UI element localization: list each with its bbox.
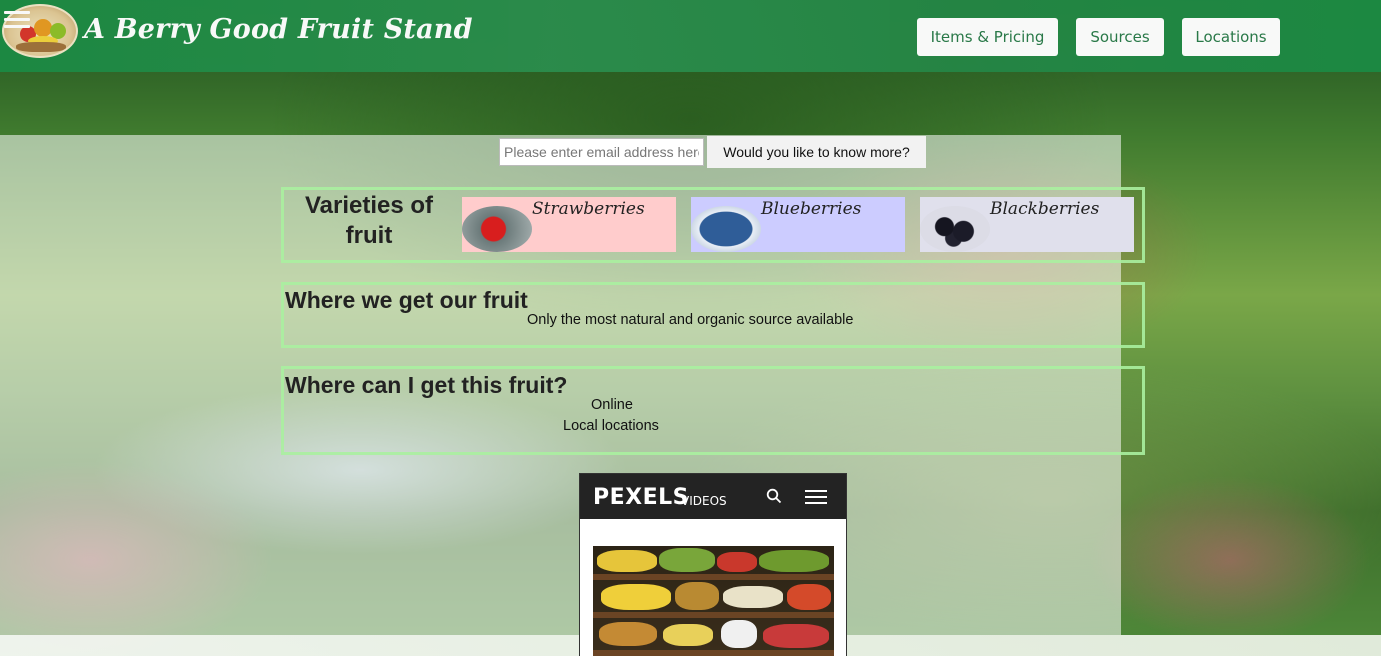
video-header-bar: PEXELS VIDEOS xyxy=(580,474,846,519)
fruit-name: Blackberries xyxy=(990,199,1100,219)
produce-market-video-thumbnail[interactable] xyxy=(593,546,834,656)
sources-heading: Where we get our fruit xyxy=(285,287,528,313)
nav-sources-button[interactable]: Sources xyxy=(1076,18,1164,56)
nav-locations-button[interactable]: Locations xyxy=(1182,18,1280,56)
varieties-title: Varieties of fruit xyxy=(304,192,434,249)
hamburger-menu-icon[interactable] xyxy=(805,490,827,504)
pexels-logo: PEXELS xyxy=(593,485,690,510)
fruit-card-strawberries[interactable]: Strawberries xyxy=(462,197,676,252)
blackberry-image xyxy=(920,206,990,252)
location-local: Local locations xyxy=(563,418,659,434)
sources-text: Only the most natural and organic source… xyxy=(527,312,854,328)
location-online: Online xyxy=(591,397,633,413)
fruit-card-blueberries[interactable]: Blueberries xyxy=(691,197,905,252)
blueberry-image xyxy=(691,206,761,252)
fruit-name: Strawberries xyxy=(532,199,645,219)
search-icon[interactable] xyxy=(766,488,782,504)
fruit-card-blackberries[interactable]: Blackberries xyxy=(920,197,1134,252)
site-header: A Berry Good Fruit Stand Items & Pricing… xyxy=(0,0,1381,72)
fruit-name: Blueberries xyxy=(761,199,862,219)
strawberry-image xyxy=(462,206,532,252)
know-more-button[interactable]: Would you like to know more? xyxy=(707,136,926,168)
email-input[interactable] xyxy=(499,138,704,166)
locations-heading: Where can I get this fruit? xyxy=(285,372,568,398)
site-title: A Berry Good Fruit Stand xyxy=(84,14,473,45)
hamburger-menu-icon[interactable] xyxy=(4,11,30,29)
nav-items-pricing-button[interactable]: Items & Pricing xyxy=(917,18,1058,56)
pexels-videos-label: VIDEOS xyxy=(681,494,727,508)
pexels-video-widget[interactable]: PEXELS VIDEOS xyxy=(579,473,847,656)
